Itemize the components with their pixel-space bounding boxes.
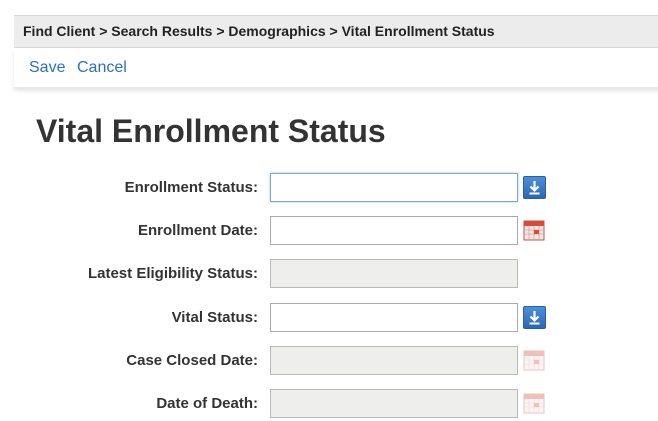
enrollment-date-label: Enrollment Date: [137,222,258,239]
case-closed-date-label: Case Closed Date: [126,352,258,369]
enrollment-date-row: Enrollment Date: [0,216,658,246]
latest-eligibility-status-label: Latest Eligibility Status: [87,265,258,282]
latest-eligibility-status-row: Latest Eligibility Status: [0,259,658,289]
case-closed-date-input [270,346,518,375]
enrollment-date-input[interactable] [270,216,518,245]
date-of-death-calendar-button [523,392,545,414]
vital-status-dropdown-button[interactable] [523,306,546,329]
breadcrumb-bar: Find Client > Search Results > Demograph… [14,15,658,48]
vital-status-row: Vital Status: [0,303,658,333]
download-arrow-icon [529,181,540,195]
cancel-button[interactable]: Cancel [77,59,127,77]
latest-eligibility-status-input [270,259,518,288]
breadcrumb: Find Client > Search Results > Demograph… [23,23,495,39]
page-title: Vital Enrollment Status [36,113,386,149]
enrollment-status-row: Enrollment Status: [0,173,658,203]
calendar-icon [523,393,545,414]
save-button[interactable]: Save [29,59,65,77]
date-of-death-row: Date of Death: [0,389,658,419]
vital-status-input[interactable] [270,303,518,332]
enrollment-date-calendar-button[interactable] [523,219,545,241]
calendar-icon [523,220,545,241]
enrollment-status-label: Enrollment Status: [124,179,258,196]
date-of-death-label: Date of Death: [156,395,258,412]
case-closed-date-calendar-button [523,349,545,371]
enrollment-status-dropdown-button[interactable] [523,176,546,199]
action-bar: Save Cancel [14,49,658,88]
calendar-icon [523,350,545,371]
download-arrow-icon [529,311,540,325]
date-of-death-input [270,389,518,418]
case-closed-date-row: Case Closed Date: [0,346,658,376]
enrollment-status-input[interactable] [270,173,518,202]
vital-status-label: Vital Status: [171,309,258,326]
